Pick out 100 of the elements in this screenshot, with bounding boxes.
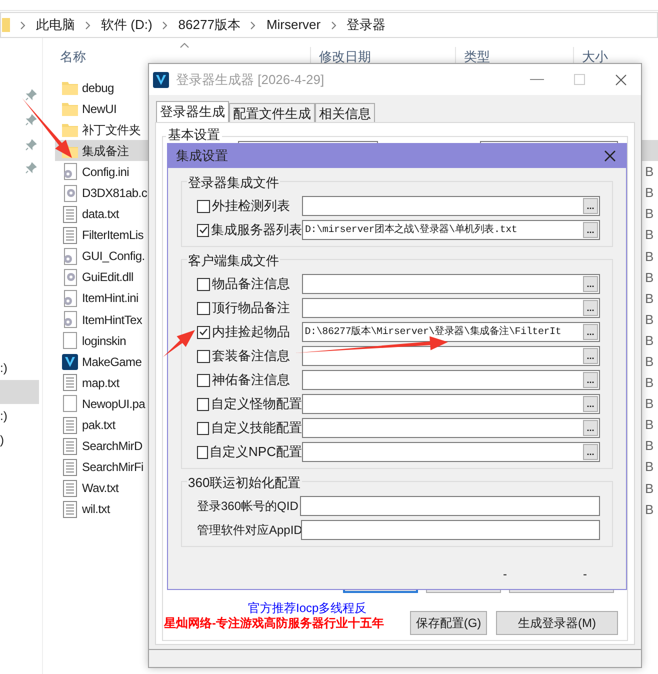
checkbox[interactable] <box>197 446 208 458</box>
file-size: B <box>645 268 654 287</box>
minimize-icon[interactable] <box>530 78 544 80</box>
field-label: 登录360帐号的QID <box>197 498 300 515</box>
field-label: 管理软件对应AppID <box>197 522 301 539</box>
checkbox[interactable] <box>197 278 210 290</box>
browse-button[interactable]: ... <box>583 324 598 340</box>
checkbox-label: 套装备注信息 <box>212 347 290 366</box>
settings-file-icon <box>62 311 78 328</box>
settings-file-icon <box>62 163 78 180</box>
settings-file-icon <box>62 248 78 265</box>
file-name: NewopUI.pa <box>82 396 146 413</box>
address-bar[interactable]: 此电脑 软件 (D:) 86277版本 Mirserver 登录器 <box>0 12 658 38</box>
file-size: B <box>645 290 654 308</box>
column-header[interactable]: 修改日期 <box>319 49 371 64</box>
file-name: 补丁文件夹 <box>82 122 141 139</box>
browse-button[interactable]: ... <box>583 372 598 388</box>
close-icon[interactable] <box>604 150 616 162</box>
text-field[interactable] <box>300 496 600 516</box>
browse-button[interactable]: ... <box>583 276 598 292</box>
breadcrumb[interactable]: 86277版本 <box>178 15 240 35</box>
pin-icon <box>25 114 37 126</box>
action-button[interactable]: 生成登录器(M) <box>496 611 618 635</box>
checkbox-label: 神佑备注信息 <box>212 371 290 390</box>
file-size: B <box>645 353 654 372</box>
dash-mark: - <box>503 566 507 583</box>
browse-button[interactable]: ... <box>583 420 598 436</box>
nav-item[interactable]: :) <box>0 404 39 428</box>
checkbox[interactable] <box>197 398 209 410</box>
text-file-icon <box>63 438 77 455</box>
browse-button[interactable]: ... <box>583 300 598 316</box>
nav-item[interactable]: :) <box>0 356 39 380</box>
column-header[interactable]: 名称 <box>60 49 86 64</box>
path-field[interactable]: D:\86277版本\Mirserver\登录器\集成备注\FilterIt ... <box>302 322 600 342</box>
folder-icon <box>62 122 78 137</box>
dialog-title: 集成设置 <box>176 147 228 166</box>
path-field[interactable]: D:\mirserver团本之战\登录器\单机列表.txt ... <box>302 220 600 240</box>
file-name: SearchMirFi <box>82 459 144 476</box>
tab[interactable]: 配置文件生成 <box>229 103 315 122</box>
checkbox[interactable] <box>197 350 210 362</box>
browse-button[interactable]: ... <box>583 444 598 460</box>
path-field[interactable]: ... <box>302 346 600 366</box>
path-field[interactable]: ... <box>302 442 600 462</box>
path-field[interactable]: ... <box>302 274 600 294</box>
file-name: ItemHint.ini <box>82 290 138 308</box>
breadcrumb[interactable]: Mirserver <box>266 15 321 35</box>
path-field[interactable]: ... <box>302 196 600 216</box>
checkbox[interactable] <box>197 422 209 434</box>
file-name: wil.txt <box>82 501 110 518</box>
path-field[interactable]: ... <box>302 394 600 414</box>
pin-icon <box>25 89 37 101</box>
checkbox-label: 顶行物品备注 <box>212 299 290 318</box>
column-header[interactable]: 类型 <box>464 49 490 64</box>
check-icon <box>199 328 208 336</box>
file-name: data.txt <box>82 206 119 224</box>
breadcrumb[interactable]: 此电脑 <box>36 15 75 35</box>
checkbox[interactable] <box>197 326 210 338</box>
file-name: NewUI <box>82 100 117 118</box>
path-field[interactable]: ... <box>302 370 600 390</box>
file-name: ItemHintTex <box>82 312 142 329</box>
notice-text: 官方推荐Iocp多线程反 <box>248 600 367 616</box>
checkbox-label: 自定义怪物配置 <box>211 395 302 414</box>
checkbox[interactable] <box>197 200 210 212</box>
breadcrumb[interactable]: 软件 (D:) <box>101 15 152 35</box>
path-field[interactable]: ... <box>302 298 600 318</box>
file-name: GUI_Config. <box>82 248 145 266</box>
file-size: B <box>645 205 654 224</box>
pin-icon <box>25 139 37 151</box>
checkbox-label: 物品备注信息 <box>212 275 290 294</box>
file-size: B <box>645 395 654 414</box>
file-name: MakeGame <box>82 354 142 371</box>
path-field[interactable]: ... <box>302 418 600 438</box>
file-name: Config.ini <box>82 164 130 181</box>
text-file-icon <box>63 374 77 392</box>
action-button[interactable]: 保存配置(G) <box>410 611 487 635</box>
text-field[interactable] <box>301 520 600 540</box>
file-name: D3DX81ab.c <box>82 185 148 202</box>
checkbox[interactable] <box>197 302 210 314</box>
text-file-icon <box>63 500 77 518</box>
settings-file-icon <box>62 268 78 286</box>
tab[interactable]: 登录器生成 <box>156 101 229 122</box>
checkbox[interactable] <box>197 224 209 236</box>
sort-caret-icon <box>180 43 189 48</box>
checkbox-label: 集成服务器列表 <box>211 221 302 240</box>
nav-item[interactable]: ) <box>0 428 39 452</box>
text-file-icon <box>63 416 77 434</box>
file-name: pak.txt <box>82 417 116 434</box>
column-header[interactable]: 大小 <box>582 49 608 64</box>
close-icon[interactable] <box>615 74 627 86</box>
browse-button[interactable]: ... <box>583 348 598 364</box>
breadcrumb[interactable]: 登录器 <box>346 15 386 35</box>
chevron-icon <box>162 20 168 30</box>
tab[interactable]: 相关信息 <box>315 103 375 122</box>
text-file-icon <box>63 458 77 476</box>
checkbox[interactable] <box>197 374 210 386</box>
browse-button[interactable]: ... <box>583 198 598 214</box>
file-name: GuiEdit.dll <box>82 269 134 286</box>
settings-file-icon <box>62 290 78 307</box>
browse-button[interactable]: ... <box>583 222 598 238</box>
browse-button[interactable]: ... <box>583 396 598 412</box>
